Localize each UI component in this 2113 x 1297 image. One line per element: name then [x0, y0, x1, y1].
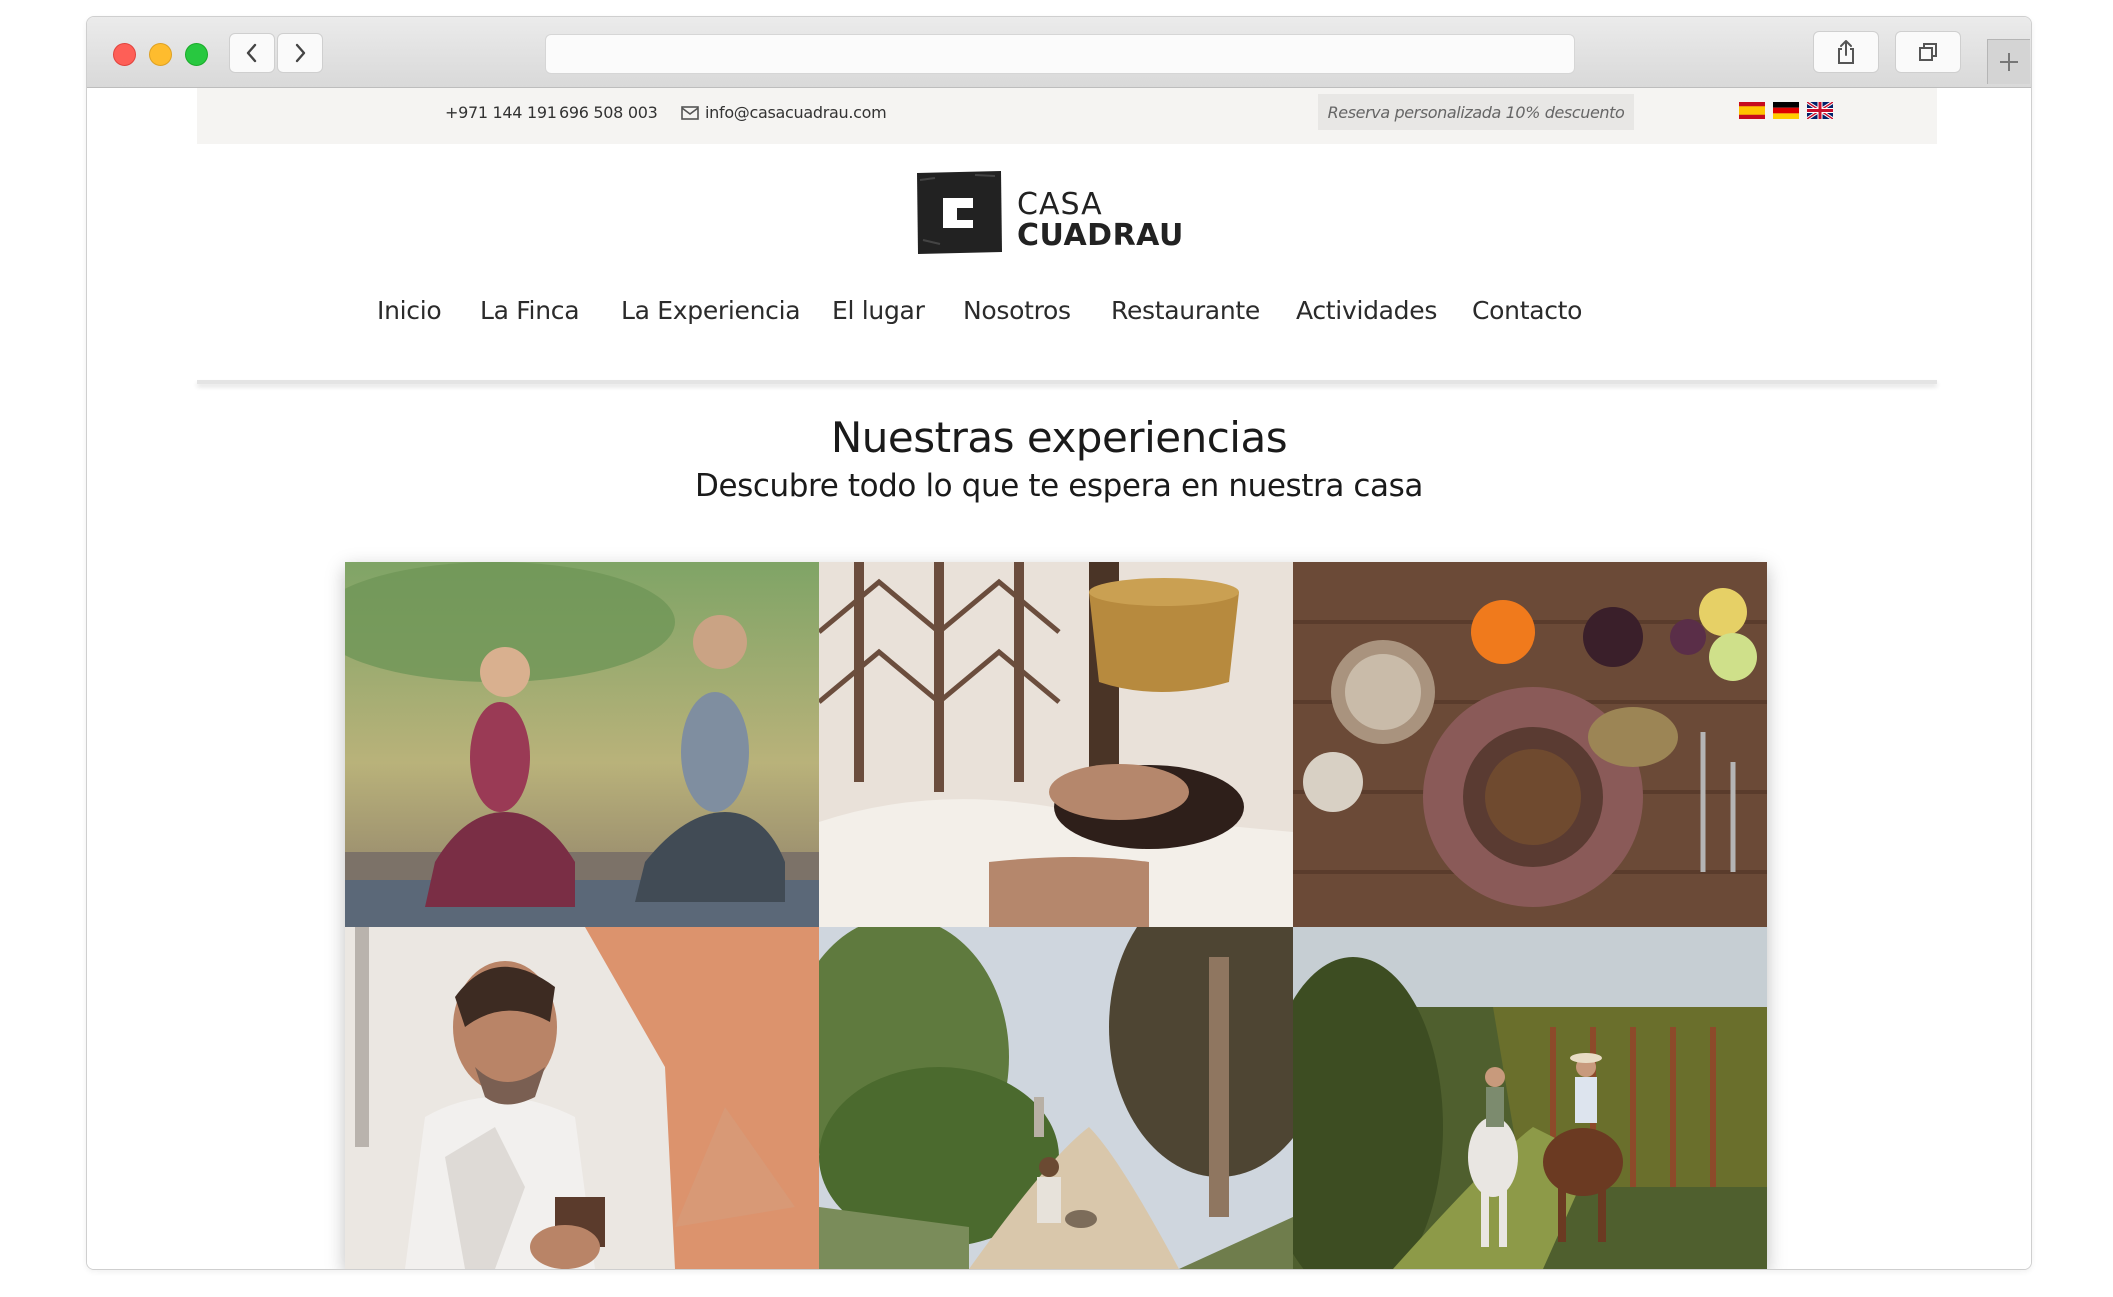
nav-item-actividades[interactable]: Actividades — [1296, 296, 1437, 325]
forward-button[interactable] — [277, 33, 323, 73]
nav-item-la-experiencia[interactable]: La Experiencia — [621, 296, 801, 325]
share-button[interactable] — [1813, 31, 1879, 73]
new-tab-button[interactable] — [1987, 39, 2030, 84]
german-flag-icon[interactable] — [1773, 102, 1799, 119]
nav-item-la-finca[interactable]: La Finca — [480, 296, 580, 325]
email-text: info@casacuadrau.com — [705, 103, 887, 122]
spanish-flag-icon[interactable] — [1739, 102, 1765, 119]
gallery-image-forest-path[interactable] — [819, 927, 1293, 1269]
minimize-window-button[interactable] — [149, 43, 172, 66]
browser-toolbar — [87, 17, 2031, 88]
browser-window: +971 144 191 696 508 003 info@casacuadra… — [86, 16, 2032, 1270]
phone-link-1[interactable]: +971 144 191 — [445, 103, 557, 122]
gallery-image-yoga[interactable] — [345, 562, 819, 927]
mail-icon — [681, 105, 699, 120]
gallery-image-horse-riding[interactable] — [1293, 927, 1767, 1269]
chevron-right-icon — [295, 43, 306, 63]
experience-gallery — [345, 562, 1767, 1269]
address-bar[interactable] — [545, 34, 1575, 74]
page-subtitle: Descubre todo lo que te espera en nuestr… — [694, 468, 1424, 504]
header-divider — [197, 380, 1937, 384]
tabs-icon — [1919, 43, 1937, 61]
gallery-image-spa[interactable] — [819, 562, 1293, 927]
logo-text-cuadrau: CUADRAU — [1017, 218, 1184, 253]
web-page: +971 144 191 696 508 003 info@casacuadra… — [87, 88, 2031, 1269]
share-icon — [1838, 40, 1854, 64]
nav-item-el-lugar[interactable]: El lugar — [832, 296, 925, 325]
close-window-button[interactable] — [113, 43, 136, 66]
zoom-window-button[interactable] — [185, 43, 208, 66]
english-flag-icon[interactable] — [1807, 102, 1833, 119]
contact-bar: +971 144 191 696 508 003 info@casacuadra… — [197, 88, 1937, 144]
back-button[interactable] — [229, 33, 275, 73]
nav-item-restaurante[interactable]: Restaurante — [1111, 296, 1260, 325]
nav-item-inicio[interactable]: Inicio — [377, 296, 442, 325]
phone-link-2[interactable]: 696 508 003 — [559, 103, 658, 122]
nav-item-nosotros[interactable]: Nosotros — [963, 296, 1071, 325]
gallery-image-food[interactable] — [1293, 562, 1767, 927]
show-tabs-button[interactable] — [1895, 31, 1961, 73]
promo-button[interactable]: Reserva personalizada 10% descuento — [1318, 94, 1634, 130]
gallery-image-bathrobe-man[interactable] — [345, 927, 819, 1269]
page-title: Nuestras experiencias — [830, 413, 1288, 462]
site-logo[interactable]: CASA CUADRAU — [915, 170, 1183, 256]
email-link[interactable]: info@casacuadrau.com — [681, 103, 887, 122]
main-navigation: Inicio La Finca La Experiencia El lugar … — [87, 296, 2031, 332]
logo-mark-icon — [917, 171, 1002, 254]
nav-item-contacto[interactable]: Contacto — [1472, 296, 1582, 325]
plus-icon — [2000, 53, 2018, 71]
logo-text-casa: CASA — [1017, 187, 1103, 222]
chevron-left-icon — [246, 43, 257, 63]
